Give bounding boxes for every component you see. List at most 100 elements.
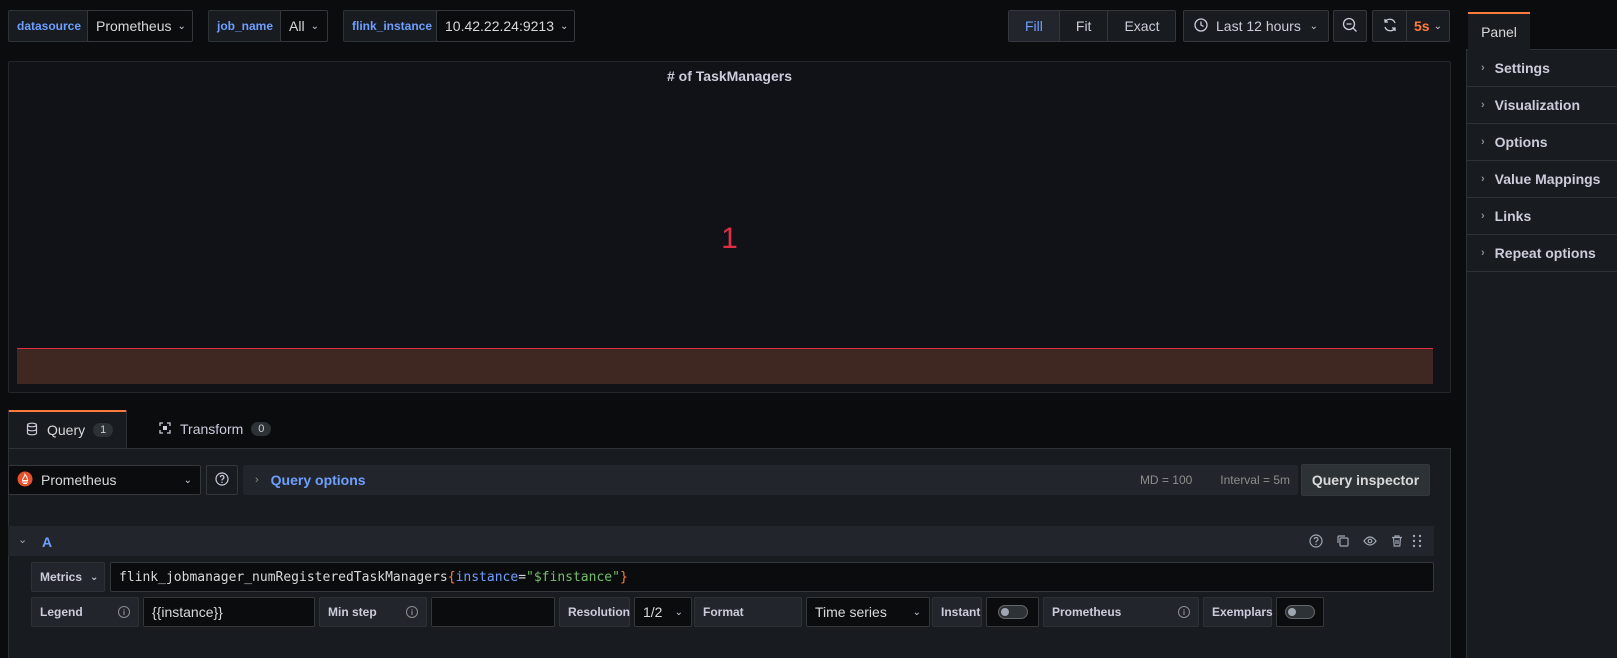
exemplars-toggle[interactable] [1285, 605, 1315, 619]
panel-size-mode-group: Fill Fit Exact [1008, 10, 1177, 42]
drag-handle-icon[interactable] [1411, 534, 1423, 551]
prometheus-type-label: Prometheus i [1043, 597, 1199, 627]
chevron-down-icon: ⌄ [1433, 20, 1442, 32]
chevron-down-icon: ⌄ [183, 474, 192, 486]
options-section-visualization[interactable]: › Visualization [1467, 87, 1617, 124]
eye-icon[interactable] [1363, 534, 1377, 551]
collapse-chevron-icon[interactable]: ⌄ [18, 533, 27, 546]
time-range-picker[interactable]: Last 12 hours ⌄ [1183, 10, 1329, 42]
options-section-links[interactable]: › Links [1467, 198, 1617, 235]
options-section-options[interactable]: › Options [1467, 124, 1617, 161]
options-section-value-mappings[interactable]: › Value Mappings [1467, 161, 1617, 198]
tab-query-label: Query [47, 422, 86, 438]
metrics-label: Metrics [40, 570, 83, 584]
refresh-button[interactable] [1372, 10, 1406, 42]
query-brace-close: } [619, 569, 628, 585]
stat-value: 1 [721, 222, 738, 255]
refresh-interval-picker[interactable]: 5s ⌄ [1406, 10, 1450, 42]
zoom-out-icon [1342, 17, 1358, 36]
refresh-icon [1382, 17, 1398, 36]
chevron-down-icon: ⌄ [1309, 20, 1318, 32]
chevron-right-icon: › [1481, 62, 1485, 74]
chevron-down-icon: ⌄ [674, 606, 683, 618]
query-options-bar[interactable]: › Query options MD = 100 Interval = 5m [243, 465, 1298, 495]
info-icon: i [118, 606, 130, 618]
query-datasource-name: Prometheus [41, 472, 117, 488]
chevron-right-icon: › [1481, 99, 1485, 111]
query-inspector-button[interactable]: Query inspector [1301, 464, 1430, 496]
interval-info: Interval = 5m [1220, 473, 1290, 487]
job-name-variable-value: All [289, 18, 305, 34]
legend-format-value: {{instance}} [152, 604, 223, 620]
exemplars-toggle-wrapper [1276, 597, 1324, 627]
max-data-points-info: MD = 100 [1139, 473, 1193, 487]
prometheus-type-label-text: Prometheus [1052, 605, 1122, 619]
query-label-name: instance [455, 569, 519, 585]
chevron-down-icon: ⌄ [560, 20, 569, 32]
chevron-right-icon: › [255, 474, 259, 486]
fill-mode-button[interactable]: Fill [1009, 11, 1060, 41]
tab-query[interactable]: Query 1 [8, 410, 127, 448]
legend-format-input[interactable]: {{instance}} [143, 597, 315, 627]
min-step-label: Min step i [319, 597, 427, 627]
datasource-variable-value: Prometheus [96, 18, 172, 34]
chevron-down-icon: ⌄ [310, 20, 319, 32]
format-select[interactable]: Time series ⌄ [806, 597, 930, 627]
instant-label: Instant [932, 597, 982, 627]
duplicate-query-icon[interactable] [1336, 534, 1350, 551]
chevron-right-icon: › [1481, 136, 1485, 148]
trash-icon[interactable] [1390, 534, 1404, 551]
panel-title: # of TaskManagers [666, 68, 792, 84]
prometheus-logo-icon [17, 471, 33, 490]
stat-panel: # of TaskManagers 1 [8, 61, 1451, 393]
query-metric-name: flink_jobmanager_numRegisteredTaskManage… [119, 569, 448, 585]
info-icon: i [406, 606, 418, 618]
options-section-repeat-options[interactable]: › Repeat options [1467, 235, 1617, 272]
metrics-browser-button[interactable]: Metrics ⌄ [31, 562, 105, 592]
legend-label: Legend i [31, 597, 139, 627]
variable-label-job-name: job_name [208, 10, 283, 42]
tab-transform-label: Transform [180, 421, 244, 437]
query-ref-id[interactable]: A [42, 534, 52, 550]
format-label: Format [694, 597, 802, 627]
resolution-select[interactable]: 1/2 ⌄ [634, 597, 692, 627]
format-value: Time series [815, 604, 887, 620]
tab-transform-count: 0 [251, 422, 272, 436]
options-section-label: Repeat options [1494, 245, 1596, 261]
job-name-variable-select[interactable]: All ⌄ [280, 10, 328, 42]
clock-icon [1194, 17, 1208, 35]
datasource-variable-select[interactable]: Prometheus ⌄ [87, 10, 193, 42]
tab-transform[interactable]: Transform 0 [142, 410, 287, 448]
options-section-label: Settings [1494, 60, 1550, 76]
options-section-label: Links [1494, 208, 1532, 224]
fit-mode-button[interactable]: Fit [1059, 11, 1109, 41]
resolution-label: Resolution [559, 597, 630, 627]
query-label-value: "$finstance" [526, 569, 620, 585]
resolution-value: 1/2 [643, 604, 663, 620]
min-step-input[interactable] [431, 597, 555, 627]
sparkline-area [17, 348, 1433, 384]
query-help-icon[interactable] [1309, 534, 1323, 551]
options-section-settings[interactable]: › Settings [1467, 50, 1617, 87]
query-options-label: Query options [270, 472, 366, 488]
query-brace-open: { [447, 569, 456, 585]
instant-toggle-wrapper [986, 597, 1039, 627]
min-step-label-text: Min step [328, 605, 377, 619]
refresh-interval-value: 5s [1414, 18, 1430, 34]
options-section-label: Value Mappings [1494, 171, 1601, 187]
time-range-label: Last 12 hours [1216, 18, 1301, 34]
exact-mode-button[interactable]: Exact [1108, 11, 1176, 41]
promql-query-input[interactable]: flink_jobmanager_numRegisteredTaskManage… [110, 562, 1434, 592]
chevron-down-icon: ⌄ [177, 20, 186, 32]
info-icon: i [1178, 606, 1190, 618]
database-icon [25, 422, 39, 439]
flink-instance-variable-select[interactable]: 10.42.22.24:9213 ⌄ [436, 10, 575, 42]
datasource-help-button[interactable] [206, 465, 238, 495]
tab-query-count: 1 [93, 423, 114, 437]
tab-panel[interactable]: Panel [1468, 12, 1530, 50]
options-section-label: Options [1494, 134, 1548, 150]
zoom-out-button[interactable] [1333, 10, 1367, 42]
chevron-down-icon: ⌄ [912, 606, 921, 618]
query-datasource-picker[interactable]: Prometheus ⌄ [8, 465, 201, 495]
instant-toggle[interactable] [997, 605, 1028, 619]
